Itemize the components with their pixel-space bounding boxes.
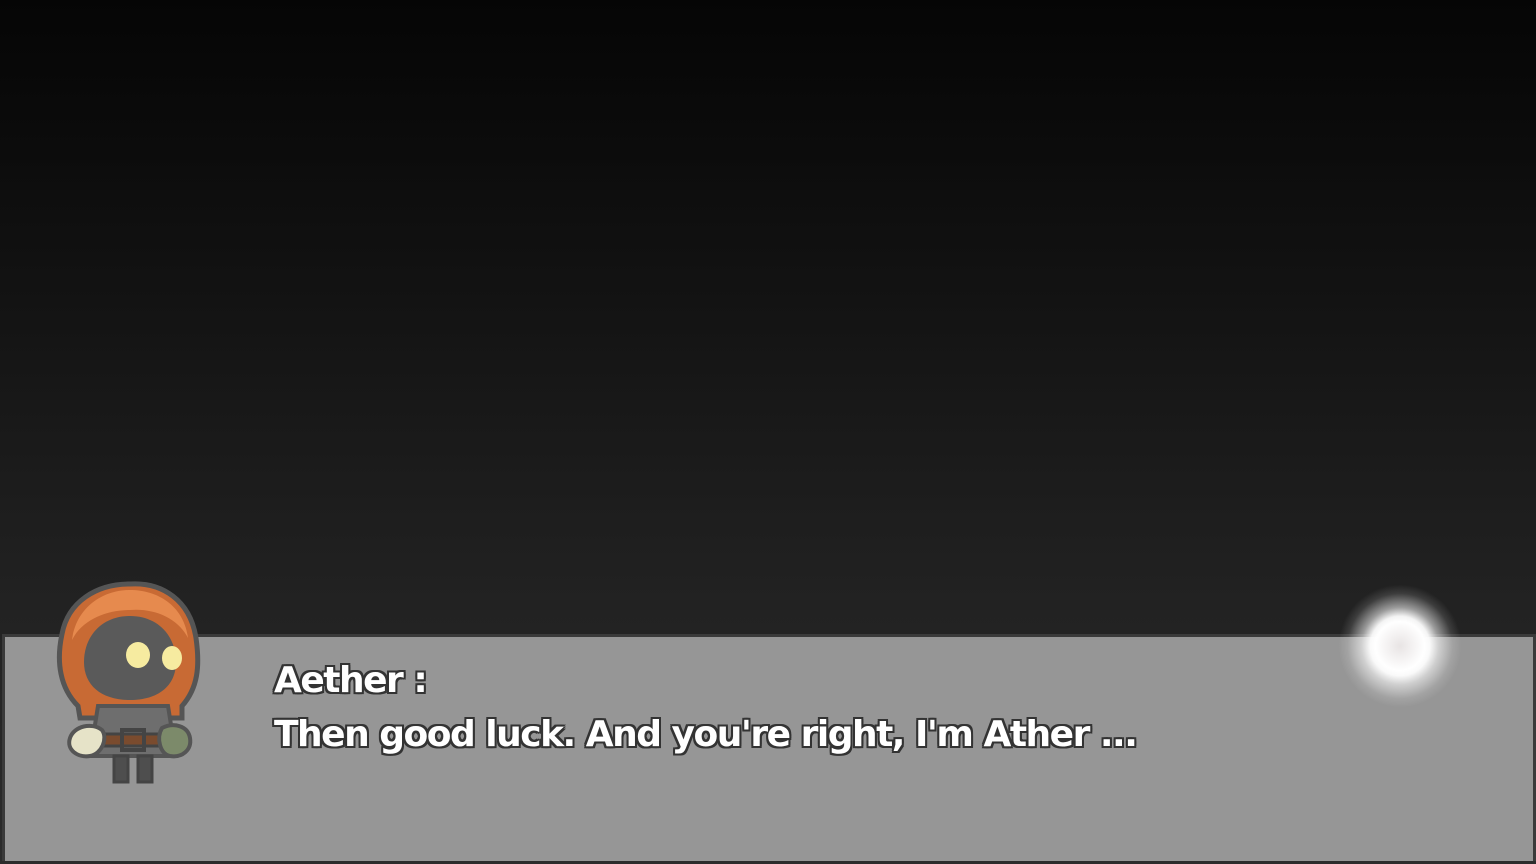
- dialog-text: Then good luck. And you're right, I'm At…: [274, 714, 1138, 755]
- game-scene[interactable]: Aether : Then good luck. And you're righ…: [0, 0, 1536, 864]
- hooded-character-portrait: [56, 581, 201, 784]
- glowing-orb-icon[interactable]: [1338, 584, 1462, 708]
- speaker-name: Aether :: [274, 660, 428, 701]
